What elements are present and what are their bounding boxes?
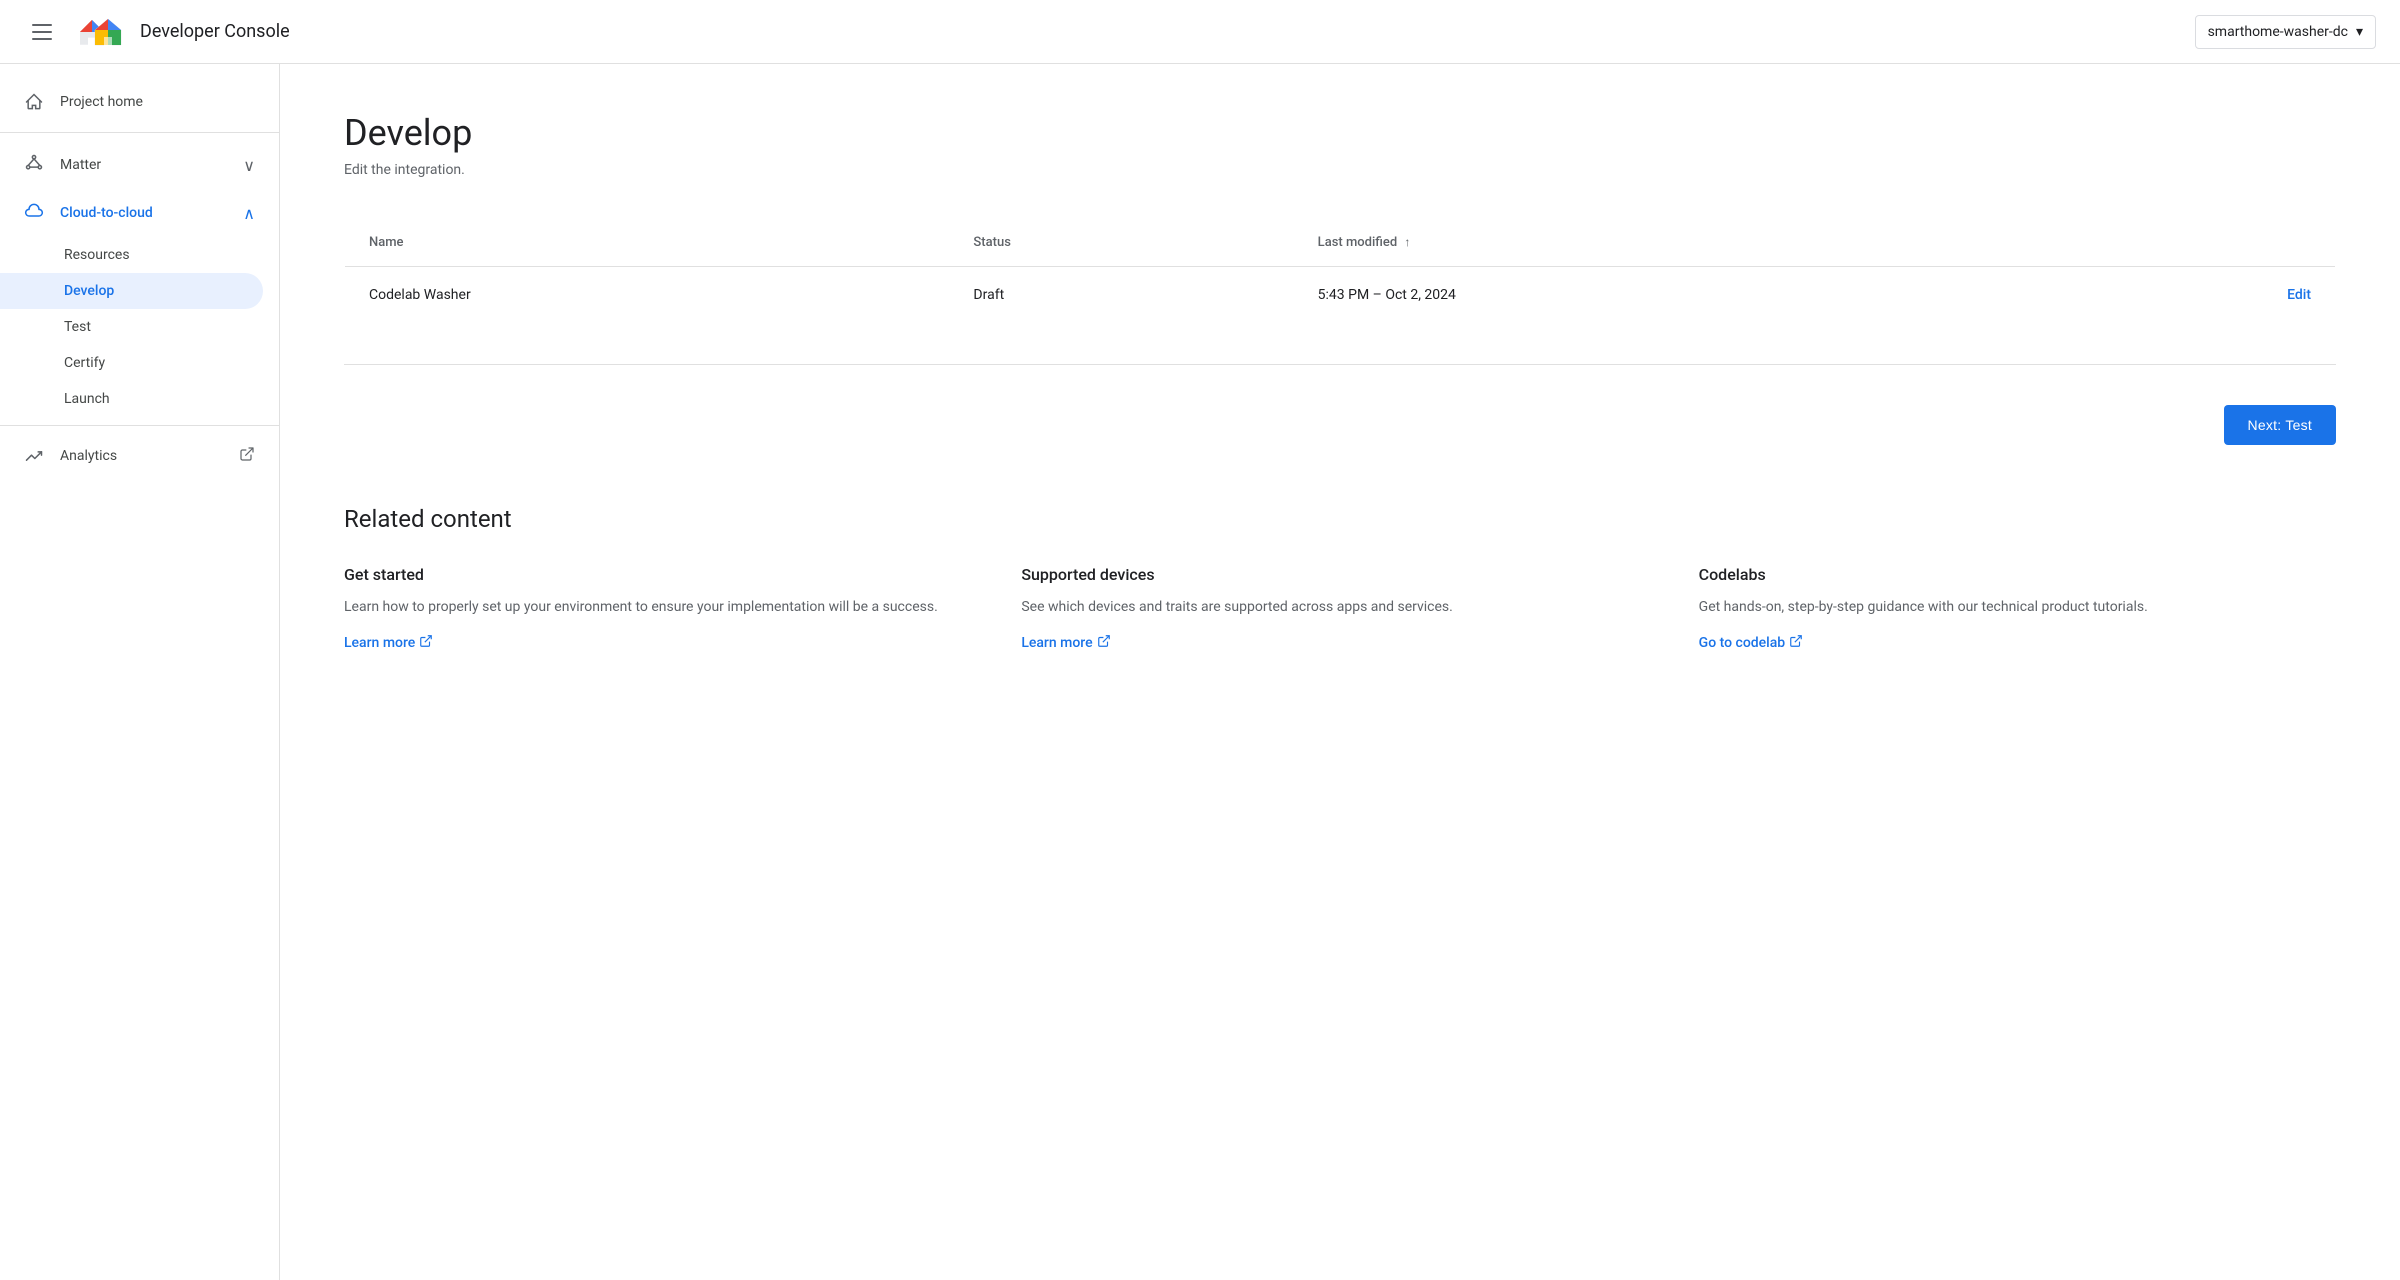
sidebar-matter-section[interactable]: Matter ∨ <box>0 141 279 189</box>
related-content-grid: Get started Learn how to properly set up… <box>344 565 2336 652</box>
action-row: Next: Test <box>344 405 2336 445</box>
integration-edit-cell: Edit <box>2044 267 2336 324</box>
matter-chevron-down-icon: ∨ <box>243 156 255 175</box>
layout: Project home Matter ∨ <box>0 64 2400 1280</box>
sidebar-divider-2 <box>0 425 279 426</box>
card-get-started-link[interactable]: Learn more <box>344 634 433 652</box>
card-supported-devices-link[interactable]: Learn more <box>1021 634 1110 652</box>
project-name: smarthome-washer-dc <box>2208 24 2348 40</box>
sidebar-item-analytics[interactable]: Analytics <box>0 434 279 478</box>
topbar-right: smarthome-washer-dc ▾ <box>2195 15 2376 49</box>
google-home-icon <box>92 16 124 48</box>
sidebar-cloud-to-cloud-section[interactable]: Cloud-to-cloud ∧ <box>0 189 279 237</box>
edit-link[interactable]: Edit <box>2287 287 2311 303</box>
sidebar-item-develop[interactable]: Develop <box>0 273 263 309</box>
card-codelabs-link[interactable]: Go to codelab <box>1699 634 1804 652</box>
certify-label: Certify <box>64 355 105 371</box>
integration-name: Codelab Washer <box>345 267 950 324</box>
topbar: Developer Console smarthome-washer-dc ▾ <box>0 0 2400 64</box>
cloud-chevron-up-icon: ∧ <box>243 204 255 223</box>
external-link-icon-3 <box>1789 634 1803 652</box>
home-icon <box>24 92 44 112</box>
related-card-supported-devices: Supported devices See which devices and … <box>1021 565 1658 652</box>
resources-label: Resources <box>64 247 130 263</box>
matter-label: Matter <box>60 157 101 173</box>
card-get-started-desc: Learn how to properly set up your enviro… <box>344 596 981 618</box>
card-get-started-title: Get started <box>344 565 981 584</box>
table-header-row: Name Status Last modified ↑ <box>345 219 2336 267</box>
app-title: Developer Console <box>140 21 290 42</box>
cloud-to-cloud-label: Cloud-to-cloud <box>60 205 153 221</box>
sidebar: Project home Matter ∨ <box>0 64 280 1280</box>
sidebar-item-certify[interactable]: Certify <box>0 345 279 381</box>
page-title: Develop <box>344 112 2336 154</box>
col-last-modified[interactable]: Last modified ↑ <box>1294 219 2044 267</box>
external-link-icon-1 <box>419 634 433 652</box>
project-home-label: Project home <box>60 94 143 110</box>
matter-icon <box>24 153 44 177</box>
integrations-table: Name Status Last modified ↑ Codelab Wash… <box>344 218 2336 324</box>
sidebar-item-launch[interactable]: Launch <box>0 381 279 417</box>
sidebar-divider-1 <box>0 132 279 133</box>
dropdown-icon: ▾ <box>2356 24 2363 40</box>
col-name[interactable]: Name <box>345 219 950 267</box>
sidebar-item-test[interactable]: Test <box>0 309 279 345</box>
topbar-left: Developer Console <box>24 16 290 48</box>
table-row: Codelab Washer Draft 5:43 PM – Oct 2, 20… <box>345 267 2336 324</box>
develop-label: Develop <box>64 283 114 299</box>
sidebar-item-resources[interactable]: Resources <box>0 237 279 273</box>
related-card-get-started: Get started Learn how to properly set up… <box>344 565 981 652</box>
sort-icon: ↑ <box>1404 235 1410 249</box>
col-actions <box>2044 219 2336 267</box>
related-content-title: Related content <box>344 505 2336 533</box>
analytics-external-icon <box>239 446 255 466</box>
section-divider <box>344 364 2336 365</box>
external-link-icon-2 <box>1097 634 1111 652</box>
next-test-button[interactable]: Next: Test <box>2224 405 2337 445</box>
related-card-codelabs: Codelabs Get hands-on, step-by-step guid… <box>1699 565 2336 652</box>
col-status[interactable]: Status <box>949 219 1293 267</box>
cloud-icon <box>24 201 44 225</box>
analytics-label: Analytics <box>60 448 117 464</box>
card-supported-devices-desc: See which devices and traits are support… <box>1021 596 1658 618</box>
card-supported-devices-title: Supported devices <box>1021 565 1658 584</box>
integration-status: Draft <box>949 267 1293 324</box>
launch-label: Launch <box>64 391 110 407</box>
main-content: Develop Edit the integration. Name Statu… <box>280 64 2400 1280</box>
test-label: Test <box>64 319 91 335</box>
analytics-icon <box>24 446 44 466</box>
card-codelabs-desc: Get hands-on, step-by-step guidance with… <box>1699 596 2336 618</box>
card-codelabs-title: Codelabs <box>1699 565 2336 584</box>
sidebar-item-project-home[interactable]: Project home <box>0 80 279 124</box>
project-selector[interactable]: smarthome-washer-dc ▾ <box>2195 15 2376 49</box>
hamburger-menu[interactable] <box>24 16 60 48</box>
page-subtitle: Edit the integration. <box>344 162 2336 178</box>
integration-last-modified: 5:43 PM – Oct 2, 2024 <box>1294 267 2044 324</box>
